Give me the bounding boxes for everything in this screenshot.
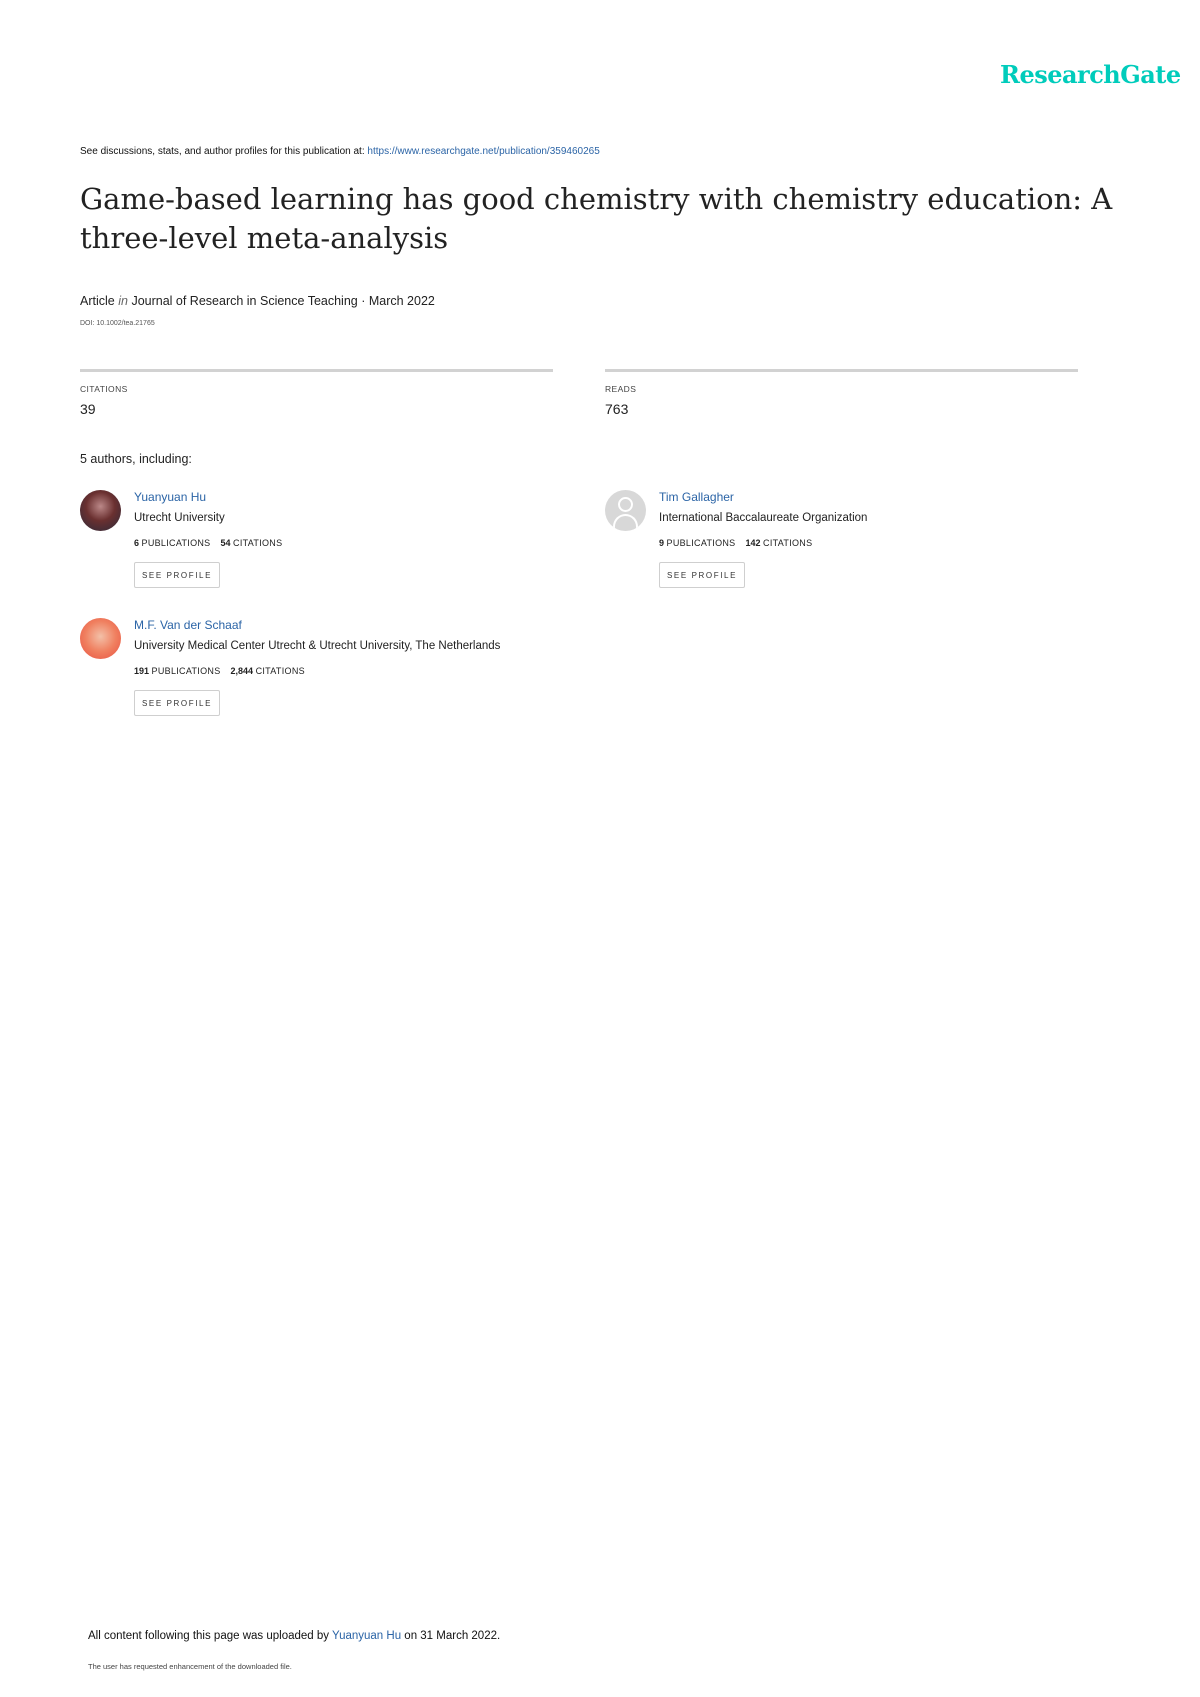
default-avatar-icon[interactable]	[605, 490, 646, 531]
publications-count: 6	[134, 538, 140, 548]
article-in: in	[118, 294, 128, 308]
citations-count: 142	[745, 538, 761, 548]
upload-date: on 31 March 2022.	[404, 1630, 501, 1642]
citations-label: CITATIONS	[255, 666, 305, 676]
upload-note: All content following this page was uplo…	[88, 1630, 500, 1642]
uploader-link[interactable]: Yuanyuan Hu	[332, 1630, 401, 1642]
citations-count: 39	[80, 401, 96, 417]
reads-label: READS	[605, 384, 637, 394]
doi: DOI: 10.1002/tea.21765	[80, 320, 155, 327]
publication-link[interactable]: https://www.researchgate.net/publication…	[367, 146, 599, 157]
paper-title: Game-based learning has good chemistry w…	[80, 182, 1113, 255]
publications-count: 191	[134, 666, 150, 676]
researchgate-logo[interactable]: ResearchGate	[1000, 60, 1181, 89]
author-stats: 6 PUBLICATIONS 54 CITATIONS	[134, 538, 282, 548]
author-institution: Utrecht University	[134, 512, 225, 524]
enhancement-note: The user has requested enhancement of th…	[88, 1662, 292, 1671]
reads-divider	[605, 369, 1078, 372]
author-name[interactable]: M.F. Van der Schaaf	[134, 618, 242, 632]
publications-label: PUBLICATIONS	[666, 538, 736, 548]
author-name[interactable]: Tim Gallagher	[659, 490, 734, 504]
citations-label: CITATIONS	[763, 538, 813, 548]
author-stats: 9 PUBLICATIONS 142 CITATIONS	[659, 538, 812, 548]
see-profile-button[interactable]: SEE PROFILE	[134, 562, 220, 588]
author-institution: International Baccalaureate Organization	[659, 512, 868, 524]
avatar[interactable]	[80, 490, 121, 531]
article-meta: Article in Journal of Research in Scienc…	[80, 294, 435, 308]
citations-count: 2,844	[230, 666, 254, 676]
citations-label: CITATIONS	[233, 538, 283, 548]
discussion-prefix: See discussions, stats, and author profi…	[80, 146, 365, 157]
upload-prefix: All content following this page was uplo…	[88, 1630, 330, 1642]
citations-count: 54	[220, 538, 231, 548]
see-profile-button[interactable]: SEE PROFILE	[134, 690, 220, 716]
article-type: Article	[80, 294, 115, 308]
publications-label: PUBLICATIONS	[151, 666, 221, 676]
citations-label: CITATIONS	[80, 384, 128, 394]
authors-heading: 5 authors, including:	[80, 452, 192, 466]
publications-count: 9	[659, 538, 665, 548]
author-institution: University Medical Center Utrecht & Utre…	[134, 640, 501, 652]
author-stats: 191 PUBLICATIONS 2,844 CITATIONS	[134, 666, 305, 676]
publications-label: PUBLICATIONS	[141, 538, 211, 548]
see-profile-button[interactable]: SEE PROFILE	[659, 562, 745, 588]
avatar[interactable]	[80, 618, 121, 659]
journal-name: Journal of Research in Science Teaching …	[131, 294, 435, 308]
discussion-line: See discussions, stats, and author profi…	[80, 146, 600, 157]
citations-divider	[80, 369, 553, 372]
author-name[interactable]: Yuanyuan Hu	[134, 490, 206, 504]
reads-count: 763	[605, 401, 629, 417]
